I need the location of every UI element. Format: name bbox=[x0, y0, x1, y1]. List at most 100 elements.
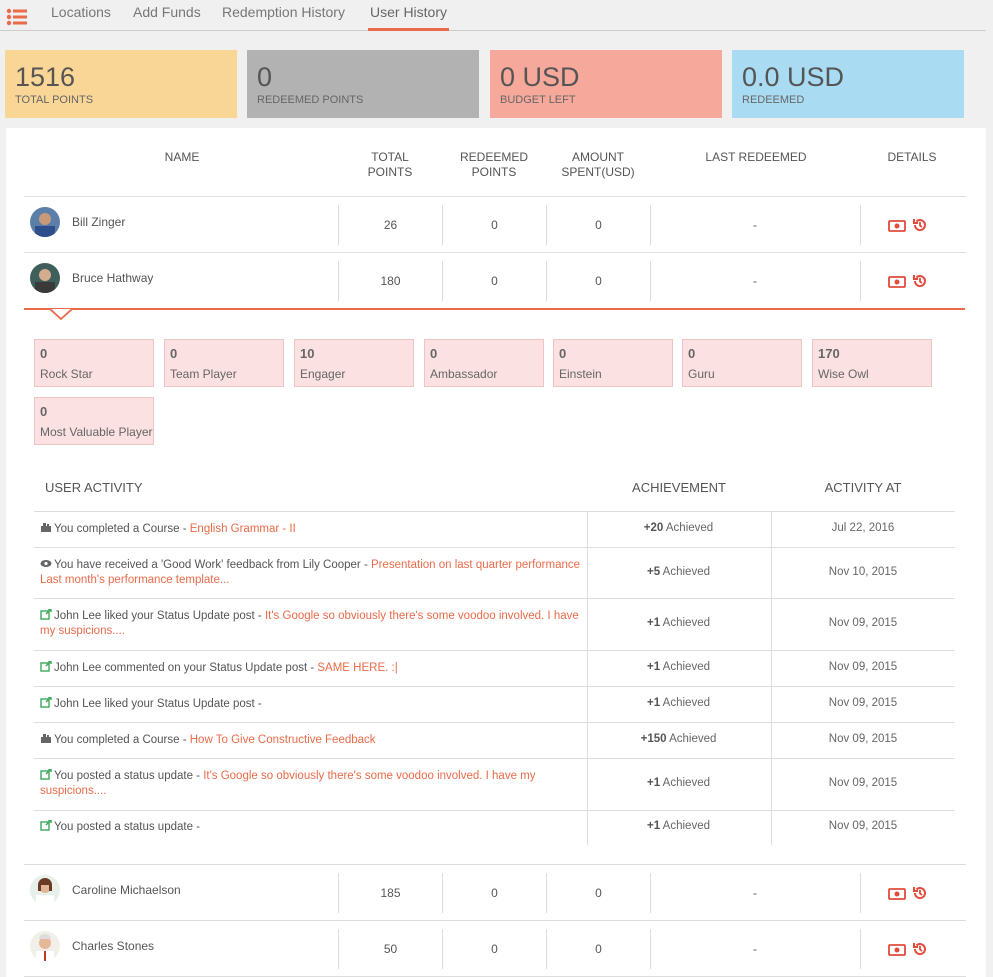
activity-text: John Lee liked your Status Update post - bbox=[54, 610, 265, 622]
badge-team-player: 0 Team Player bbox=[164, 339, 284, 387]
table-row: Bill Zinger 26 0 0 - bbox=[24, 197, 966, 253]
header-last-redeemed: LAST REDEEMED bbox=[705, 150, 807, 164]
amount-spent: 0 bbox=[595, 274, 602, 288]
eye-icon bbox=[40, 560, 52, 567]
achievement-points: +1 bbox=[647, 820, 661, 832]
money-icon[interactable] bbox=[888, 219, 906, 235]
top-nav: Locations Add Funds Redemption History U… bbox=[0, 0, 986, 31]
external-link-icon bbox=[40, 820, 52, 831]
achievement-points: +150 bbox=[640, 733, 667, 745]
stat-card-redeemed: 0.0 USD REDEEMED bbox=[732, 50, 964, 118]
stat-card-total-points: 1516 TOTAL POINTS bbox=[5, 50, 237, 118]
total-points: 180 bbox=[380, 274, 401, 288]
redeemed-points: 0 bbox=[491, 274, 498, 288]
achievement-suffix: Achieved bbox=[660, 820, 710, 832]
activity-date: Nov 09, 2015 bbox=[828, 733, 898, 745]
header-details: DETAILS bbox=[887, 150, 937, 164]
achievement-suffix: Achieved bbox=[660, 697, 710, 709]
tab-user-history[interactable]: User History bbox=[368, 0, 450, 31]
total-points: 50 bbox=[383, 942, 398, 956]
stat-value: 0 USD bbox=[500, 62, 580, 92]
badge-value: 0 bbox=[40, 346, 48, 361]
activity-row: You have received a 'Good Work' feedback… bbox=[34, 547, 955, 599]
stat-value: 0.0 USD bbox=[742, 62, 845, 92]
activity-text: John Lee commented on your Status Update… bbox=[54, 662, 318, 674]
header-user-activity: USER ACTIVITY bbox=[45, 480, 143, 495]
history-icon[interactable] bbox=[912, 273, 930, 289]
activity-row: You posted a status update - +1 Achieved… bbox=[34, 810, 955, 845]
stat-value: 0 bbox=[257, 62, 273, 92]
achievement-suffix: Achieved bbox=[660, 566, 710, 578]
caret-down-icon bbox=[50, 309, 72, 321]
activity-text: You posted a status update - bbox=[54, 770, 204, 782]
activity-date: Jul 22, 2016 bbox=[831, 522, 895, 534]
user-name[interactable]: Bruce Hathway bbox=[72, 271, 153, 285]
activity-date: Nov 10, 2015 bbox=[828, 566, 898, 578]
tab-add-funds[interactable]: Add Funds bbox=[133, 0, 201, 31]
user-name[interactable]: Bill Zinger bbox=[72, 215, 125, 229]
activity-row: John Lee commented on your Status Update… bbox=[34, 650, 955, 687]
badge-label: Einstein bbox=[559, 367, 602, 381]
external-link-icon bbox=[40, 769, 52, 780]
achievement-suffix: Achieved bbox=[660, 661, 710, 673]
badge-guru: 0 Guru bbox=[682, 339, 802, 387]
redeemed-points: 0 bbox=[491, 942, 498, 956]
total-points: 185 bbox=[380, 886, 401, 900]
stat-card-budget-left: 0 USD BUDGET LEFT bbox=[490, 50, 722, 118]
activity-row: You completed a Course - English Grammar… bbox=[34, 511, 955, 548]
course-icon bbox=[41, 523, 51, 532]
badge-value: 0 bbox=[170, 346, 178, 361]
achievement-points: +1 bbox=[647, 777, 661, 789]
money-icon[interactable] bbox=[888, 275, 906, 291]
list-menu-icon[interactable] bbox=[6, 8, 28, 26]
history-icon[interactable] bbox=[912, 217, 930, 233]
stat-card-redeemed-points: 0 REDEEMED POINTS bbox=[247, 50, 479, 118]
external-link-icon bbox=[40, 609, 52, 620]
redeemed-points: 0 bbox=[491, 886, 498, 900]
activity-date: Nov 09, 2015 bbox=[828, 697, 898, 709]
activity-link[interactable]: SAME HERE. :| bbox=[317, 662, 397, 674]
achievement-suffix: Achieved bbox=[666, 733, 717, 745]
badge-label: Guru bbox=[688, 367, 715, 381]
achievement-suffix: Achieved bbox=[663, 522, 714, 534]
user-name[interactable]: Caroline Michaelson bbox=[72, 883, 181, 897]
activity-text: John Lee liked your Status Update post - bbox=[54, 698, 262, 710]
header-total-points: TOTAL POINTS bbox=[367, 150, 413, 179]
badge-most-valuable-player: 0 Most Valuable Player bbox=[34, 397, 154, 445]
activity-link[interactable]: English Grammar - II bbox=[190, 523, 296, 535]
history-icon[interactable] bbox=[912, 885, 930, 901]
achievement-points: +20 bbox=[643, 522, 664, 534]
history-icon[interactable] bbox=[912, 941, 930, 957]
course-icon bbox=[41, 734, 51, 743]
header-name: NAME bbox=[164, 150, 200, 164]
money-icon[interactable] bbox=[888, 887, 906, 903]
activity-row: John Lee liked your Status Update post -… bbox=[34, 598, 955, 651]
header-redeemed-points: REDEEMED POINTS bbox=[459, 150, 528, 179]
badge-value: 10 bbox=[300, 346, 315, 361]
last-redeemed: - bbox=[753, 942, 757, 956]
avatar bbox=[30, 207, 60, 237]
badge-wise-owl: 170 Wise Owl bbox=[812, 339, 932, 387]
activity-row: You completed a Course - How To Give Con… bbox=[34, 722, 955, 759]
money-icon[interactable] bbox=[888, 943, 906, 959]
stat-label: REDEEMED POINTS bbox=[257, 94, 364, 106]
user-history-panel: NAME TOTAL POINTS REDEEMED POINTS AMOUNT… bbox=[6, 128, 986, 977]
achievement-points: +1 bbox=[647, 697, 661, 709]
redeemed-points: 0 bbox=[491, 218, 498, 232]
header-achievement: ACHIEVEMENT bbox=[632, 480, 726, 495]
achievement-points: +1 bbox=[647, 617, 661, 629]
avatar bbox=[30, 263, 60, 293]
last-redeemed: - bbox=[753, 886, 757, 900]
activity-date: Nov 09, 2015 bbox=[828, 820, 898, 832]
achievement-points: +5 bbox=[647, 566, 661, 578]
activity-link[interactable]: How To Give Constructive Feedback bbox=[190, 734, 376, 746]
avatar bbox=[30, 875, 60, 905]
tab-redemption-history[interactable]: Redemption History bbox=[222, 0, 345, 31]
user-name[interactable]: Charles Stones bbox=[72, 939, 154, 953]
total-points: 26 bbox=[383, 218, 398, 232]
badge-label: Ambassador bbox=[430, 367, 498, 381]
activity-text: You posted a status update - bbox=[54, 821, 200, 833]
achievement-suffix: Achieved bbox=[660, 617, 710, 629]
badge-value: 170 bbox=[818, 346, 840, 361]
tab-locations[interactable]: Locations bbox=[51, 0, 111, 31]
